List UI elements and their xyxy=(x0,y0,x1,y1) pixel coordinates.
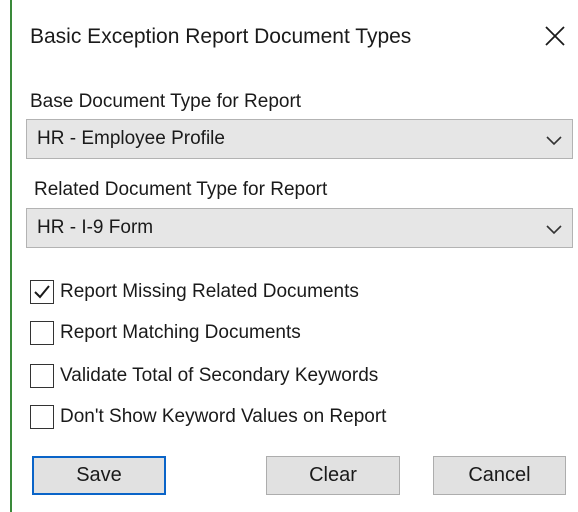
save-button[interactable]: Save xyxy=(32,456,166,495)
chevron-down-icon xyxy=(546,133,562,147)
title-bar: Basic Exception Report Document Types xyxy=(12,0,578,80)
cancel-button[interactable]: Cancel xyxy=(433,456,566,495)
related-doc-label: Related Document Type for Report xyxy=(34,179,328,200)
base-doc-label: Base Document Type for Report xyxy=(30,91,302,112)
checkbox[interactable] xyxy=(30,364,54,388)
checkbox-label: Report Matching Documents xyxy=(60,322,301,343)
close-icon[interactable] xyxy=(541,22,569,50)
checkbox-label: Report Missing Related Documents xyxy=(60,281,359,302)
base-doc-value: HR - Employee Profile xyxy=(37,128,225,149)
related-doc-value: HR - I-9 Form xyxy=(37,217,154,238)
checkbox[interactable] xyxy=(30,321,54,345)
checkbox[interactable] xyxy=(30,280,54,304)
checkbox-label: Don't Show Keyword Values on Report xyxy=(60,406,387,427)
clear-button[interactable]: Clear xyxy=(266,456,400,495)
checkmark-icon xyxy=(34,285,50,299)
checkbox-label: Validate Total of Secondary Keywords xyxy=(60,365,379,386)
exception-report-dialog: Basic Exception Report Document Types Ba… xyxy=(10,0,578,512)
chevron-down-icon xyxy=(546,222,562,236)
related-doc-dropdown[interactable]: HR - I-9 Form xyxy=(26,208,573,248)
checkbox[interactable] xyxy=(30,405,54,429)
base-doc-dropdown[interactable]: HR - Employee Profile xyxy=(26,119,573,159)
dialog-title: Basic Exception Report Document Types xyxy=(30,25,412,48)
